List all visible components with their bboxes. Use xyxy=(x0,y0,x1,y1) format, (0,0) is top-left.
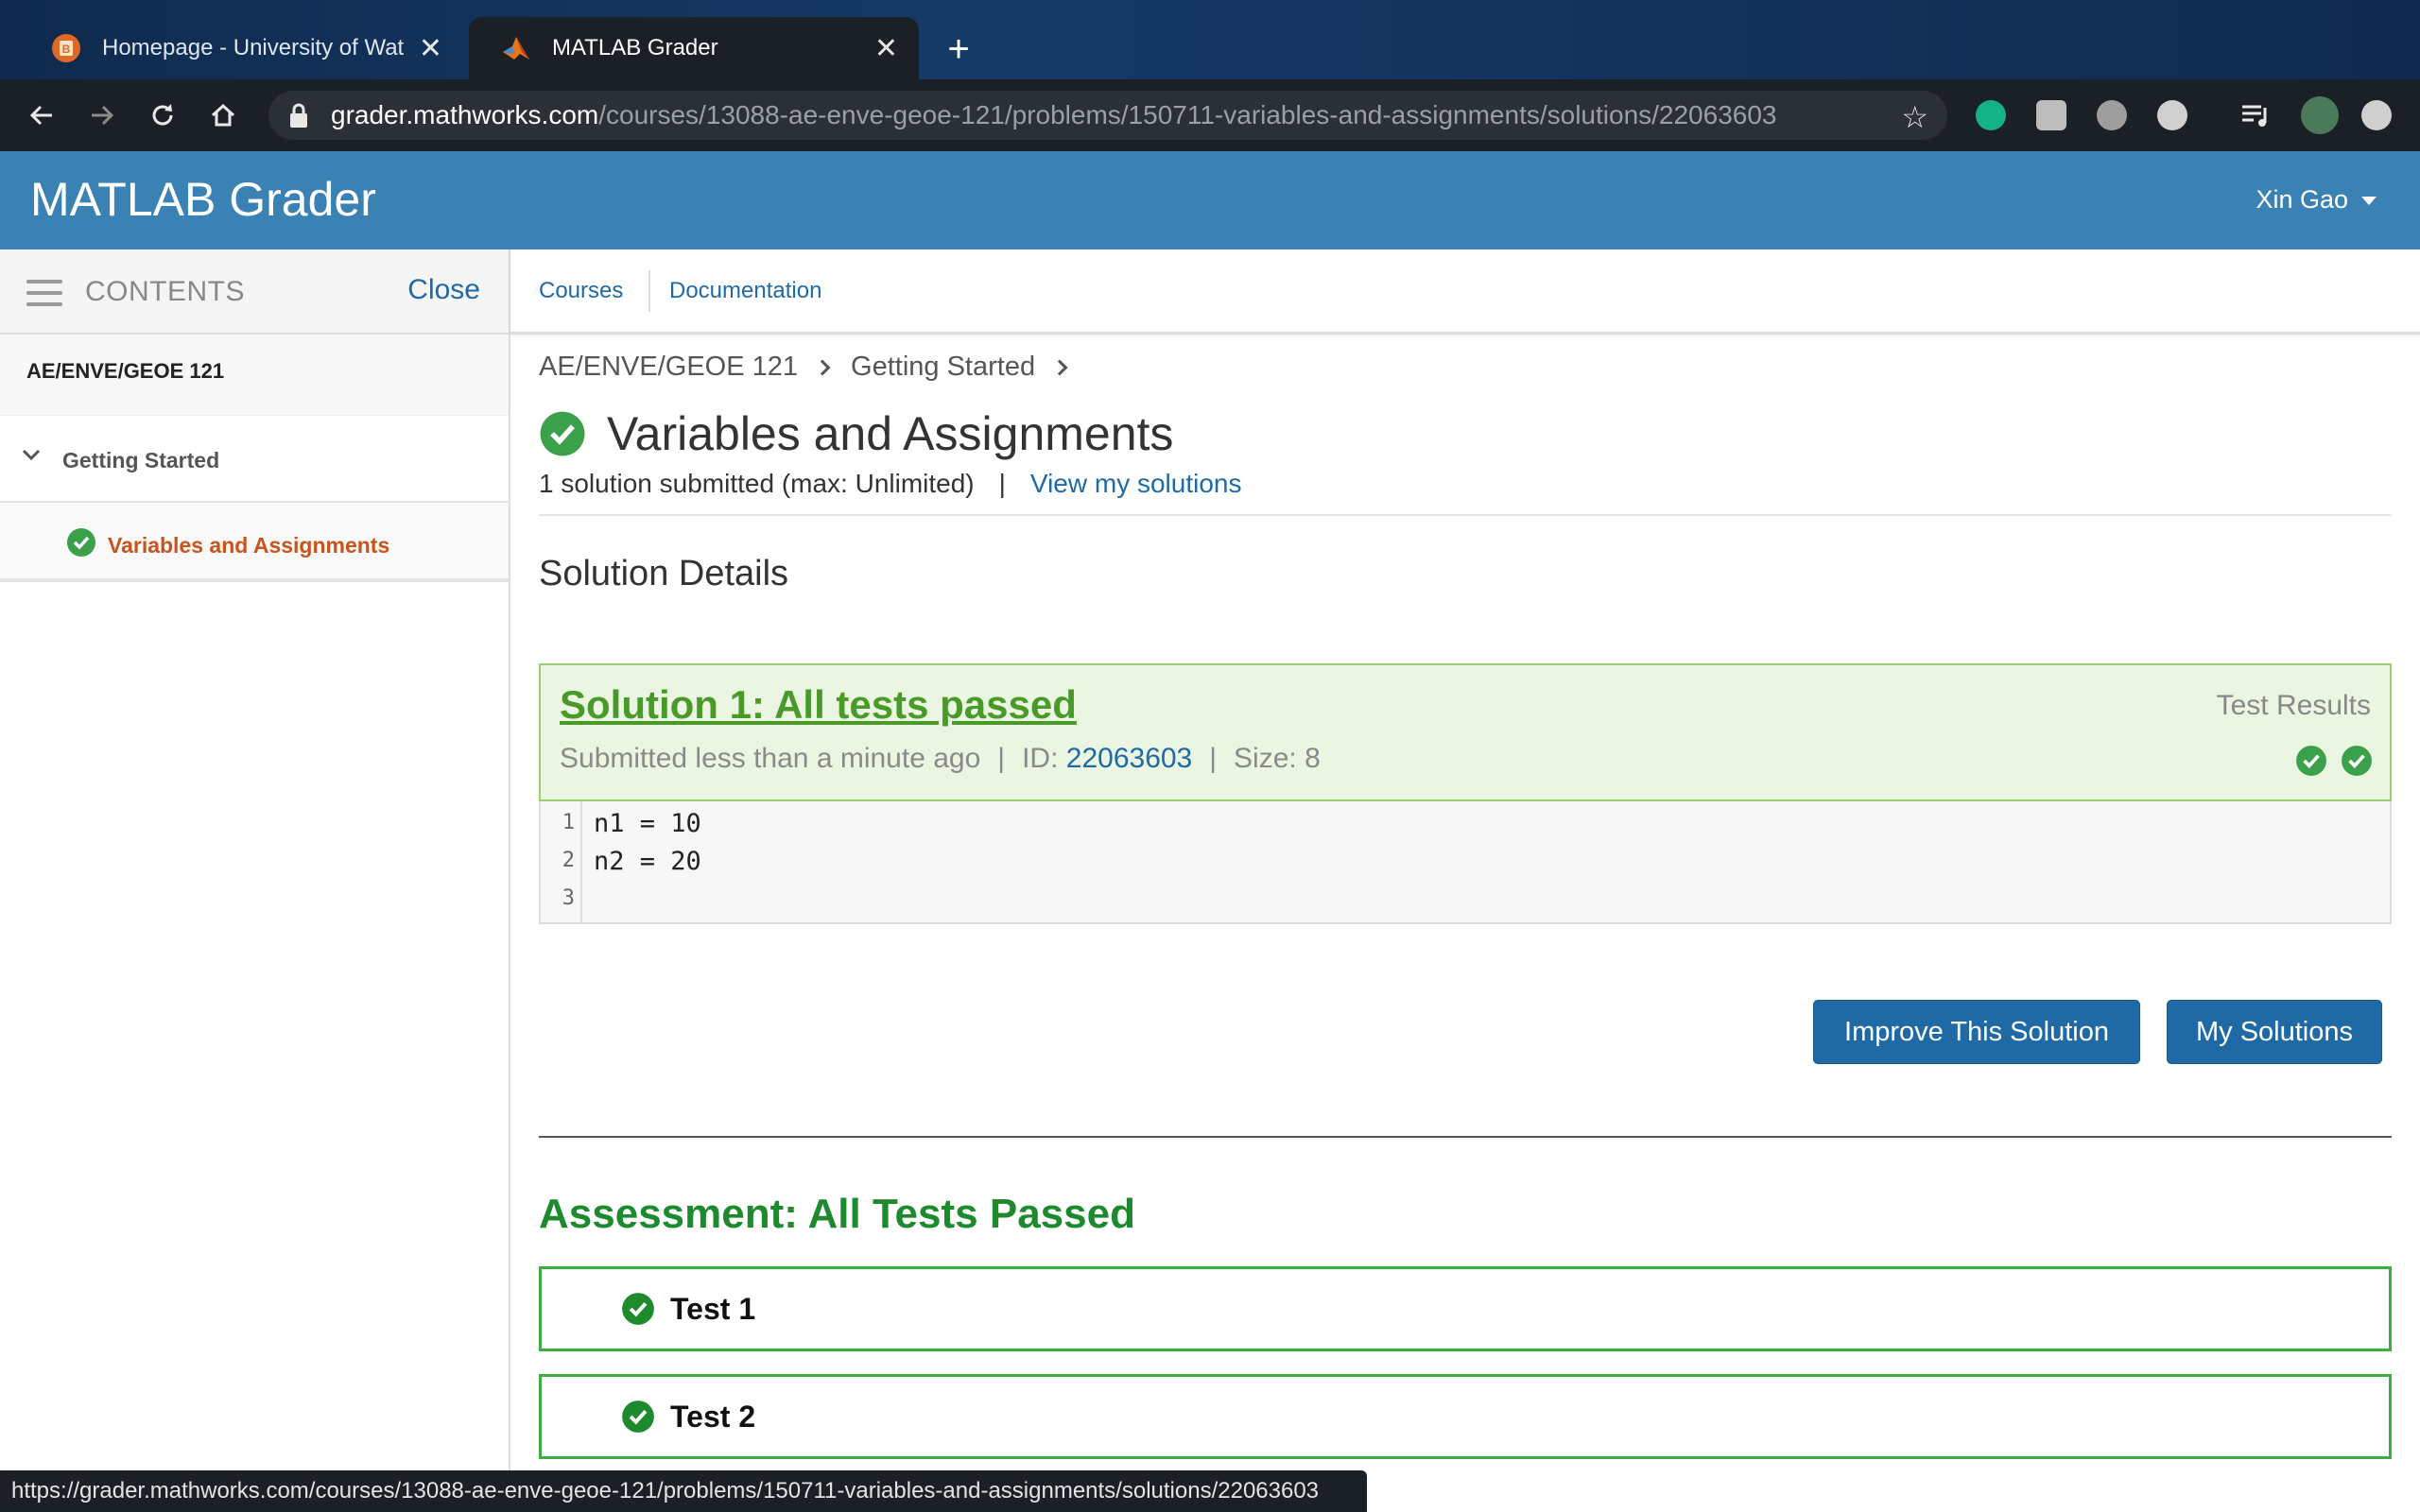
tab-university-homepage[interactable]: B Homepage - University of Waterloo ✕ xyxy=(19,17,463,79)
line-number: 2 xyxy=(562,849,575,872)
url-path: /courses/13088-ae-enve-geoe-121/problems… xyxy=(598,100,1777,129)
nav-courses-link[interactable]: Courses xyxy=(539,278,623,304)
line-number: 3 xyxy=(562,886,575,910)
update-icon[interactable] xyxy=(2361,100,2392,130)
top-nav: Courses Documentation xyxy=(510,249,2420,335)
sidebar-heading: CONTENTS xyxy=(85,276,245,307)
address-bar[interactable]: grader.mathworks.com/courses/13088-ae-en… xyxy=(268,91,1947,140)
new-tab-plus-icon[interactable]: + xyxy=(936,28,981,70)
view-my-solutions-link[interactable]: View my solutions xyxy=(1030,469,1242,498)
code-viewer: 1 n1 = 10 2 n2 = 20 3 xyxy=(539,801,2392,924)
caret-down-icon xyxy=(2361,197,2377,206)
test-label: Test 1 xyxy=(670,1292,756,1326)
lock-icon xyxy=(290,103,307,128)
test-results-indicators xyxy=(2295,745,2373,777)
solution-details-heading: Solution Details xyxy=(539,554,789,593)
browser-status-url: https://grader.mathworks.com/courses/130… xyxy=(0,1470,1367,1512)
breadcrumb-course[interactable]: AE/ENVE/GEOE 121 xyxy=(539,352,798,383)
divider xyxy=(539,1136,2392,1138)
university-favicon-icon: B xyxy=(52,34,80,62)
check-circle-icon xyxy=(622,1293,654,1325)
id-label: ID: xyxy=(1022,743,1059,774)
app-brand-title[interactable]: MATLAB Grader xyxy=(30,172,376,227)
browser-tab-strip: B Homepage - University of Waterloo ✕ MA… xyxy=(0,0,2420,79)
test-results-label: Test Results xyxy=(2216,690,2371,721)
reload-icon[interactable] xyxy=(144,96,182,134)
svg-text:B: B xyxy=(62,43,71,56)
page-title: Variables and Assignments xyxy=(607,407,1174,460)
app-header: MATLAB Grader Xin Gao xyxy=(0,151,2420,249)
code-line: n1 = 10 xyxy=(594,809,701,838)
breadcrumb-section[interactable]: Getting Started xyxy=(851,352,1035,383)
my-solutions-button[interactable]: My Solutions xyxy=(2167,1000,2382,1064)
extension-icon[interactable] xyxy=(2036,100,2066,130)
breadcrumb: AE/ENVE/GEOE 121 Getting Started xyxy=(539,352,1088,383)
submitted-time: Submitted less than a minute ago xyxy=(560,743,981,774)
tab-matlab-grader[interactable]: MATLAB Grader ✕ xyxy=(469,17,919,79)
chevron-right-icon xyxy=(1051,359,1068,375)
user-menu[interactable]: Xin Gao xyxy=(2256,185,2377,215)
tab-title: MATLAB Grader xyxy=(552,35,718,60)
test-label: Test 2 xyxy=(670,1400,756,1434)
check-circle-icon xyxy=(540,411,585,456)
separator: | xyxy=(1209,743,1218,774)
solution-id-link[interactable]: 22063603 xyxy=(1066,743,1192,774)
divider xyxy=(539,514,2392,516)
sidebar-close-link[interactable]: Close xyxy=(407,274,480,306)
check-circle-icon xyxy=(2296,746,2326,776)
sidebar-item-variables-and-assignments[interactable]: Variables and Assignments xyxy=(0,503,509,582)
browser-toolbar: grader.mathworks.com/courses/13088-ae-en… xyxy=(0,79,2420,151)
sidebar-course-title[interactable]: AE/ENVE/GEOE 121 xyxy=(0,335,509,416)
calendar-extension-icon[interactable] xyxy=(2097,100,2127,130)
check-circle-icon xyxy=(67,528,95,557)
sidebar-header: CONTENTS Close xyxy=(0,249,509,335)
solution-size: Size: 8 xyxy=(1234,743,1321,774)
chevron-right-icon xyxy=(814,359,831,375)
camera-extension-icon[interactable] xyxy=(2157,100,2187,130)
contents-sidebar: CONTENTS Close AE/ENVE/GEOE 121 Getting … xyxy=(0,249,510,1512)
grammarly-extension-icon[interactable] xyxy=(1976,100,2006,130)
check-circle-icon xyxy=(622,1400,654,1433)
nav-documentation-link[interactable]: Documentation xyxy=(669,278,821,304)
sidebar-item-label: Variables and Assignments xyxy=(108,533,390,558)
separator: | xyxy=(998,469,1006,498)
tab-close-icon[interactable]: ✕ xyxy=(419,32,442,65)
playlist-icon[interactable] xyxy=(2240,100,2271,130)
sidebar-section-getting-started[interactable]: Getting Started xyxy=(0,416,509,503)
line-number: 1 xyxy=(562,811,575,834)
back-arrow-icon[interactable] xyxy=(23,96,60,134)
main-content: Courses Documentation AE/ENVE/GEOE 121 G… xyxy=(510,249,2420,1512)
home-icon[interactable] xyxy=(204,96,242,134)
test-result-row[interactable]: Test 2 xyxy=(539,1374,2392,1459)
solution-meta: Submitted less than a minute ago | ID: 220… xyxy=(560,743,1321,775)
improve-solution-button[interactable]: Improve This Solution xyxy=(1813,1000,2140,1064)
separator: | xyxy=(997,743,1006,774)
nav-divider xyxy=(648,270,650,312)
code-line: n2 = 20 xyxy=(594,847,701,876)
profile-avatar[interactable] xyxy=(2301,96,2339,134)
test-result-row[interactable]: Test 1 xyxy=(539,1266,2392,1351)
matlab-favicon-icon xyxy=(503,37,529,60)
menu-hamburger-icon[interactable] xyxy=(26,280,62,306)
tab-close-icon[interactable]: ✕ xyxy=(874,32,898,65)
check-circle-icon xyxy=(2342,746,2372,776)
user-name: Xin Gao xyxy=(2256,185,2348,214)
solution-card: Solution 1: All tests passed Submitted l… xyxy=(539,663,2392,801)
solution-title-link[interactable]: Solution 1: All tests passed xyxy=(560,682,1077,728)
sidebar-section-label: Getting Started xyxy=(62,448,220,472)
problem-title-row: Variables and Assignments xyxy=(539,406,1173,461)
submission-summary: 1 solution submitted (max: Unlimited) | Vi… xyxy=(539,469,1241,499)
url-host: grader.mathworks.com xyxy=(331,100,599,129)
submission-count: 1 solution submitted (max: Unlimited) xyxy=(539,469,975,498)
forward-arrow-icon[interactable] xyxy=(83,96,121,134)
tab-title: Homepage - University of Waterloo xyxy=(102,35,404,60)
assessment-heading: Assessment: All Tests Passed xyxy=(539,1191,1135,1237)
bookmark-star-icon[interactable]: ☆ xyxy=(1901,99,1928,135)
chevron-down-icon xyxy=(22,449,41,461)
